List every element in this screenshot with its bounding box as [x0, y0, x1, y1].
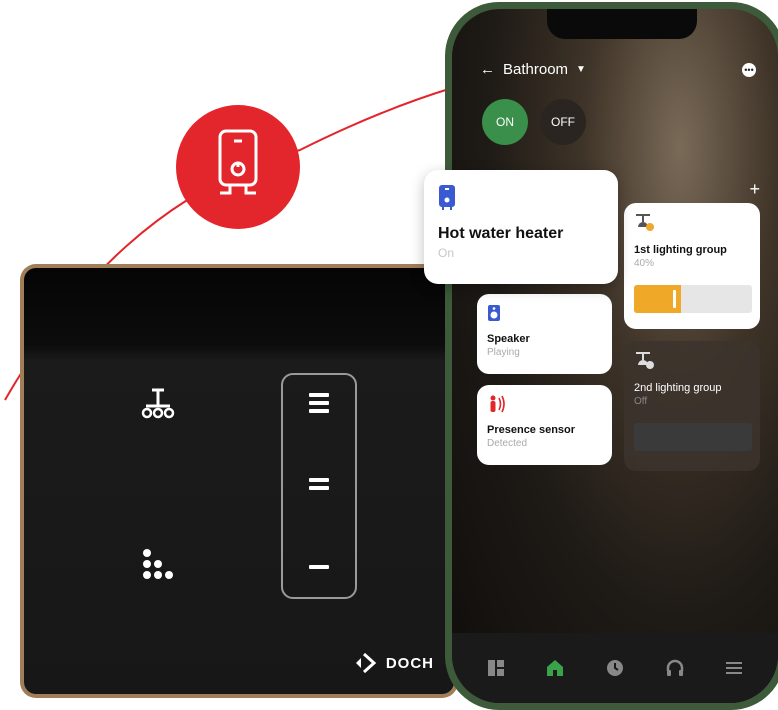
hot-water-heater-status: On: [438, 246, 455, 260]
phone-notch: [547, 9, 697, 39]
ceiling-light-icon: [636, 214, 654, 231]
brand-logo: DOCH: [354, 652, 434, 674]
ceiling-light-icon: [636, 352, 654, 369]
light-group-2-name: 2nd lighting group: [634, 382, 722, 394]
add-icon[interactable]: +: [749, 179, 760, 200]
hot-water-heater-card[interactable]: Hot water heater On: [424, 170, 618, 284]
presence-name: Presence sensor: [487, 424, 576, 436]
doch-logo-icon: [355, 652, 377, 674]
on-button[interactable]: ON: [482, 99, 528, 145]
speaker-card[interactable]: Speaker Playing: [477, 294, 612, 374]
more-options-icon[interactable]: •••: [742, 63, 756, 77]
presence-icon: [490, 395, 505, 413]
off-button[interactable]: OFF: [540, 99, 586, 145]
room-title[interactable]: Bathroom: [503, 61, 568, 78]
home-icon[interactable]: [544, 657, 566, 679]
dimmer-dots-icon[interactable]: [141, 547, 185, 592]
light-group-2-card[interactable]: 2nd lighting group Off: [624, 341, 760, 471]
back-arrow-icon[interactable]: ←: [480, 61, 495, 78]
water-heater-badge: [176, 105, 300, 229]
level-slider[interactable]: [281, 373, 357, 599]
light-group-1-name: 1st lighting group: [634, 244, 727, 256]
menu-icon[interactable]: [723, 657, 745, 679]
dashboard-icon[interactable]: [485, 657, 507, 679]
light-group-1-slider[interactable]: [634, 285, 752, 313]
light-group-1-card[interactable]: 1st lighting group 40%: [624, 203, 760, 329]
speaker-status: Playing: [487, 347, 520, 358]
level-high-button[interactable]: [309, 393, 329, 413]
brand-name: DOCH: [385, 654, 434, 672]
speaker-name: Speaker: [487, 333, 530, 345]
light-group-1-status: 40%: [634, 258, 655, 269]
bottom-tab-bar: [452, 633, 778, 703]
level-low-button[interactable]: [309, 565, 329, 569]
water-heater-icon: [439, 185, 455, 210]
water-heater-icon: [218, 129, 258, 195]
presence-card[interactable]: Presence sensor Detected: [477, 385, 612, 465]
wall-switch-panel: DOCH: [20, 264, 458, 698]
light-group-2-status: Off: [634, 396, 648, 407]
level-mid-button[interactable]: [309, 478, 329, 490]
speaker-icon: [488, 305, 500, 321]
headphones-icon[interactable]: [664, 657, 686, 679]
chandelier-icon[interactable]: [140, 388, 176, 427]
light-group-1-knob[interactable]: [673, 290, 677, 308]
presence-status: Detected: [487, 438, 528, 449]
phone-screen: ← Bathroom ▼ ••• ON OFF + Speaker Playin…: [452, 9, 778, 703]
light-group-2-slider[interactable]: [634, 423, 752, 451]
room-header[interactable]: ← Bathroom ▼: [480, 61, 586, 78]
chevron-down-icon[interactable]: ▼: [576, 64, 586, 75]
hot-water-heater-name: Hot water heater: [438, 225, 564, 242]
clock-icon[interactable]: [604, 657, 626, 679]
phone-frame: ← Bathroom ▼ ••• ON OFF + Speaker Playin…: [445, 2, 778, 710]
